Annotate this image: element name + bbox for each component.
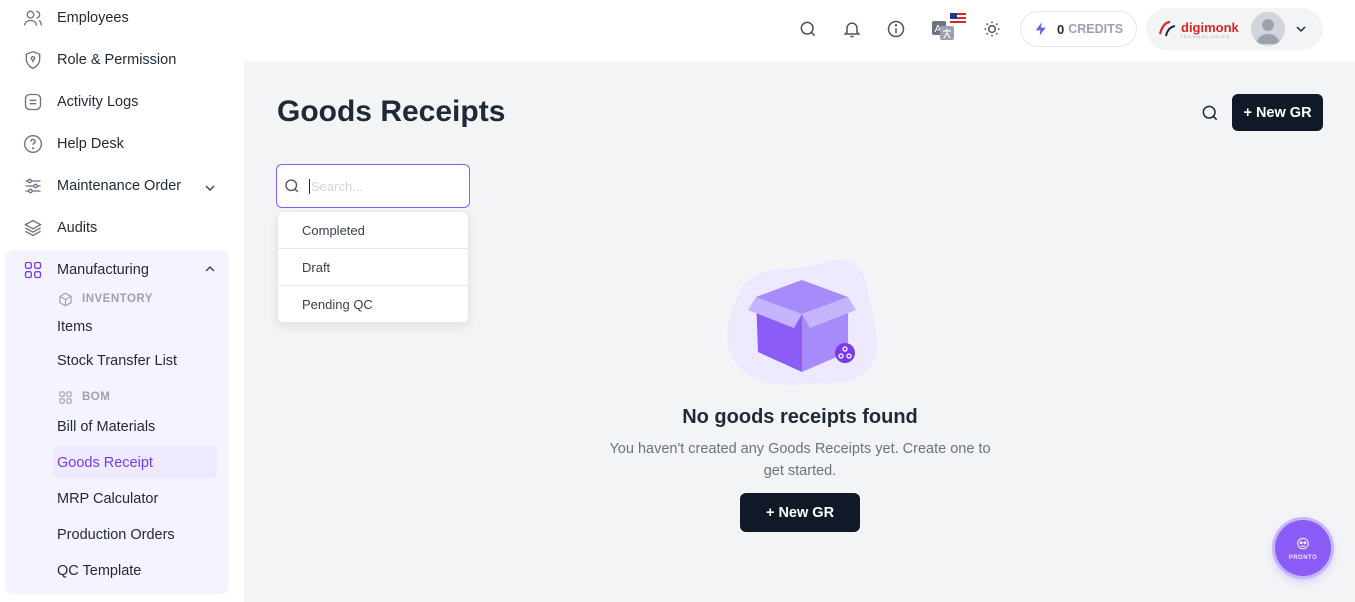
search-input[interactable] bbox=[309, 178, 459, 194]
layers-icon bbox=[22, 217, 44, 239]
sidebar-item-audits[interactable]: Audits bbox=[22, 217, 97, 239]
sidebar-item-maintenance-order[interactable]: Maintenance Order bbox=[22, 175, 181, 197]
shield-icon bbox=[22, 49, 44, 71]
status-option-completed[interactable]: Completed bbox=[278, 212, 468, 249]
credits-label: CREDITS bbox=[1068, 22, 1124, 36]
new-gr-button[interactable]: + New GR bbox=[1232, 94, 1323, 131]
sidebar-subitem-bill-of-materials[interactable]: Bill of Materials bbox=[57, 417, 155, 437]
sidebar-subitem-stock-transfer-list[interactable]: Stock Transfer List bbox=[57, 351, 177, 371]
section-label-bom: BOM bbox=[58, 389, 110, 405]
brand-sub: TECHNOLOGIES bbox=[1180, 34, 1231, 39]
grid-icon bbox=[22, 259, 44, 281]
language-icon[interactable]: A bbox=[932, 12, 968, 41]
page-title: Goods Receipts bbox=[277, 95, 506, 128]
sidebar-item-label: Employees bbox=[57, 10, 129, 26]
sidebar: Employees Role & Permission Activity Log… bbox=[0, 0, 244, 602]
sidebar-item-role-permission[interactable]: Role & Permission bbox=[22, 49, 176, 71]
empty-state-title: No goods receipts found bbox=[682, 406, 918, 428]
status-option-draft[interactable]: Draft bbox=[278, 249, 468, 286]
list-icon bbox=[22, 91, 44, 113]
search-icon bbox=[285, 179, 299, 193]
sidebar-item-label: Audits bbox=[57, 220, 98, 236]
sidebar-item-manufacturing[interactable]: Manufacturing bbox=[22, 259, 149, 281]
section-label-inventory: INVENTORY bbox=[58, 291, 153, 307]
users-icon bbox=[22, 7, 44, 29]
help-icon bbox=[22, 133, 44, 155]
sidebar-subitem-items[interactable]: Items bbox=[57, 317, 92, 337]
avatar[interactable] bbox=[1251, 12, 1285, 46]
sidebar-item-label: Manufacturing bbox=[57, 262, 149, 278]
chevron-up-icon[interactable] bbox=[202, 261, 218, 277]
brand-name: digimonk bbox=[1181, 20, 1239, 35]
sidebar-subitem-goods-receipt[interactable]: Goods Receipt bbox=[57, 453, 153, 473]
brand-logo-icon bbox=[1158, 20, 1176, 37]
assistant-fab[interactable]: PRONTO bbox=[1275, 520, 1331, 576]
empty-new-gr-button[interactable]: + New GR bbox=[740, 493, 860, 532]
sliders-icon bbox=[22, 175, 44, 197]
sidebar-item-help-desk[interactable]: Help Desk bbox=[22, 133, 124, 155]
sidebar-subitem-qc-template[interactable]: QC Template bbox=[57, 561, 141, 581]
chevron-down-icon[interactable] bbox=[1293, 21, 1309, 37]
empty-state-description: You haven't created any Goods Receipts y… bbox=[609, 441, 991, 479]
sidebar-item-label: Role & Permission bbox=[57, 52, 177, 68]
sidebar-item-activity-logs[interactable]: Activity Logs bbox=[22, 91, 138, 113]
sidebar-item-label: Activity Logs bbox=[57, 94, 139, 110]
search-field[interactable] bbox=[276, 164, 470, 208]
credits-badge[interactable]: 0 CREDITS bbox=[1020, 11, 1137, 47]
sidebar-item-employees[interactable]: Employees bbox=[22, 7, 129, 29]
info-icon[interactable] bbox=[886, 19, 906, 39]
credits-count: 0 bbox=[1057, 21, 1065, 37]
chevron-down-icon[interactable] bbox=[202, 180, 218, 196]
status-dropdown: Completed Draft Pending QC bbox=[277, 211, 469, 323]
search-icon[interactable] bbox=[1200, 103, 1220, 123]
search-icon[interactable] bbox=[798, 19, 818, 39]
sidebar-item-label: Maintenance Order bbox=[57, 178, 182, 194]
grid-icon bbox=[59, 390, 72, 404]
fab-label: PRONTO bbox=[1288, 554, 1318, 561]
bell-icon[interactable] bbox=[842, 19, 862, 39]
status-option-pending-qc[interactable]: Pending QC bbox=[278, 286, 468, 323]
lightning-icon bbox=[1035, 22, 1046, 36]
assistant-icon bbox=[1297, 537, 1309, 549]
sun-icon[interactable] bbox=[982, 19, 1002, 39]
sidebar-subitem-production-orders[interactable]: Production Orders bbox=[57, 525, 175, 545]
box-icon bbox=[59, 292, 72, 306]
sidebar-subitem-mrp-calculator[interactable]: MRP Calculator bbox=[57, 489, 158, 509]
sidebar-item-label: Help Desk bbox=[57, 136, 124, 152]
profile-menu[interactable]: digimonk TECHNOLOGIES bbox=[1146, 8, 1323, 50]
brand-logo: digimonk TECHNOLOGIES bbox=[1158, 18, 1239, 39]
empty-box-illustration bbox=[727, 259, 878, 385]
